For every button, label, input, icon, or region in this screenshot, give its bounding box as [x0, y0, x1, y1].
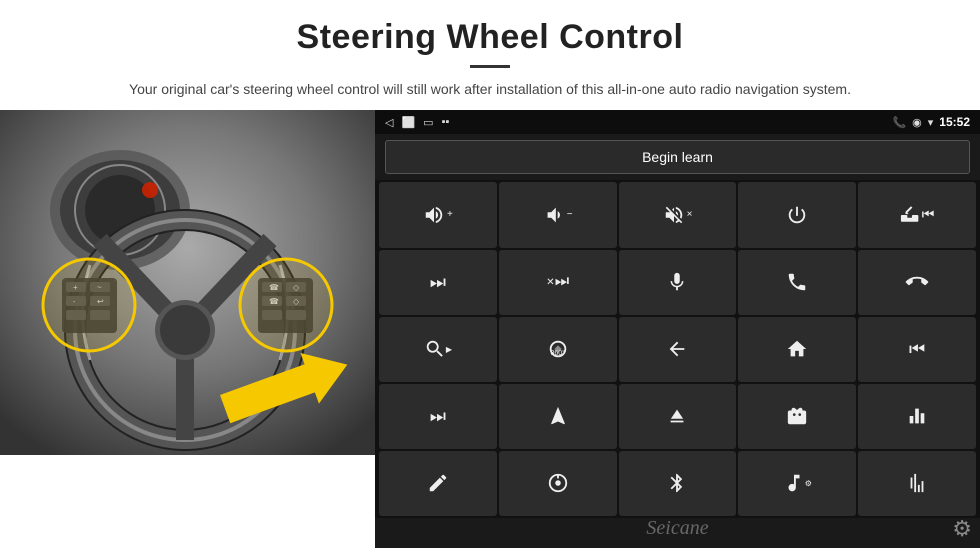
audio-wave-button[interactable] [858, 451, 976, 516]
next-track-button[interactable]: ⏭ [379, 250, 497, 315]
fast-forward-button[interactable]: ⏭ [379, 384, 497, 449]
bottom-bar: Seicane ⚙ [375, 518, 980, 548]
begin-learn-button[interactable]: Begin learn [385, 140, 970, 174]
equalizer-button[interactable] [858, 384, 976, 449]
gear-icon[interactable]: ⚙ [952, 516, 972, 542]
edit-button[interactable] [379, 451, 497, 516]
end-call-button[interactable] [858, 250, 976, 315]
phone-prev-button[interactable]: ⏮ [858, 182, 976, 247]
phone-status-icon: 📞 [892, 116, 906, 129]
bluetooth-button[interactable] [619, 451, 737, 516]
android-screen-wrapper: ◁ ⬜ ▭ ▪▪ 📞 ◉ ▾ 15:52 Begin learn [375, 110, 980, 548]
navigation-button[interactable] [499, 384, 617, 449]
settings-knob-button[interactable] [499, 451, 617, 516]
signal-icon: ▪▪ [442, 116, 450, 128]
gps-icon: ◉ [912, 116, 922, 129]
steering-wheel-photo: + ~ - ↩ ☎ ◇ ☎ ◇ [0, 110, 375, 455]
seicane-watermark: Seicane [646, 517, 708, 540]
recents-icon: ▭ [423, 116, 433, 129]
wifi-icon: ▾ [928, 116, 934, 129]
mute-button[interactable]: × [619, 182, 737, 247]
subtitle: Your original car's steering wheel contr… [100, 78, 880, 100]
skip-back-button[interactable]: ⏮ [858, 317, 976, 382]
content-row: + ~ - ↩ ☎ ◇ ☎ ◇ [0, 110, 980, 548]
call-button[interactable] [738, 250, 856, 315]
header-section: Steering Wheel Control Your original car… [0, 0, 980, 110]
camera-button[interactable]: ▶ [379, 317, 497, 382]
eject-button[interactable] [619, 384, 737, 449]
home-icon: ⬜ [401, 116, 415, 129]
shuffle-button[interactable]: ✕⏭ [499, 250, 617, 315]
vol-up-button[interactable]: + [379, 182, 497, 247]
page-title: Steering Wheel Control [40, 18, 940, 57]
cam-360-button[interactable]: 360° [499, 317, 617, 382]
button-grid: + − × ⏮ [375, 180, 980, 518]
status-left: ◁ ⬜ ▭ ▪▪ [385, 116, 449, 129]
time-display: 15:52 [939, 115, 970, 129]
android-screen: ◁ ⬜ ▭ ▪▪ 📞 ◉ ▾ 15:52 Begin learn [375, 110, 980, 518]
status-bar: ◁ ⬜ ▭ ▪▪ 📞 ◉ ▾ 15:52 [375, 110, 980, 134]
music-button[interactable]: ⚙ [738, 451, 856, 516]
home-nav-button[interactable] [738, 317, 856, 382]
back-icon: ◁ [385, 116, 393, 129]
vol-down-button[interactable]: − [499, 182, 617, 247]
power-button[interactable] [738, 182, 856, 247]
title-divider [470, 65, 510, 68]
status-right: 📞 ◉ ▾ 15:52 [892, 115, 970, 129]
back-nav-button[interactable] [619, 317, 737, 382]
page-container: Steering Wheel Control Your original car… [0, 0, 980, 548]
radio-button[interactable] [738, 384, 856, 449]
microphone-button[interactable] [619, 250, 737, 315]
begin-learn-row: Begin learn [375, 134, 980, 180]
